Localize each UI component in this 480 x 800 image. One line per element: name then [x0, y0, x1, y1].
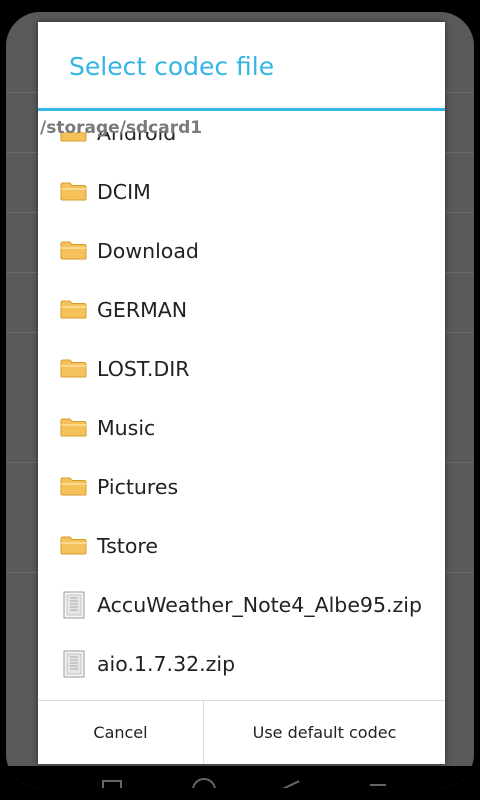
home-icon[interactable] [192, 778, 216, 788]
list-item-music[interactable]: Music [38, 398, 445, 457]
list-item-aio-zip[interactable]: aio.1.7.32.zip [38, 634, 445, 693]
item-label: Music [97, 415, 156, 440]
folder-icon [60, 300, 87, 318]
file-list[interactable]: Android DCIM Download GERMAN LOST.DIR Mu… [38, 132, 445, 700]
navigation-bar [6, 766, 474, 788]
list-item-lost-dir[interactable]: LOST.DIR [38, 339, 445, 398]
back-icon[interactable] [282, 780, 302, 788]
zip-file-icon [63, 591, 85, 618]
list-item-tstore[interactable]: Tstore [38, 516, 445, 575]
item-label: aio.1.7.32.zip [97, 651, 236, 676]
dialog-button-bar: Cancel Use default codec [38, 700, 445, 764]
cancel-button[interactable]: Cancel [38, 701, 204, 764]
folder-icon [60, 241, 87, 259]
list-item-download[interactable]: Download [38, 221, 445, 280]
item-label: Pictures [97, 474, 179, 499]
item-label: Tstore [97, 533, 158, 558]
select-codec-dialog: Select codec file /storage/sdcard1 Andro… [38, 22, 445, 764]
list-item-pictures[interactable]: Pictures [38, 457, 445, 516]
dialog-title: Select codec file [69, 52, 275, 81]
device-frame: Select codec file /storage/sdcard1 Andro… [0, 0, 480, 800]
list-item-german[interactable]: GERMAN [38, 280, 445, 339]
folder-icon [60, 477, 87, 495]
use-default-codec-button[interactable]: Use default codec [204, 701, 445, 764]
list-item-dcim[interactable]: DCIM [38, 162, 445, 221]
item-label: AccuWeather_Note4_Albe95.zip [97, 592, 422, 617]
folder-icon [60, 359, 87, 377]
item-label: Download [97, 238, 199, 263]
zip-file-icon [63, 650, 85, 677]
recent-apps-icon[interactable] [102, 780, 122, 788]
folder-icon [60, 536, 87, 554]
item-label: DCIM [97, 179, 151, 204]
folder-icon [60, 182, 87, 200]
item-label: GERMAN [97, 297, 188, 322]
current-path: /storage/sdcard1 [40, 118, 203, 138]
title-divider [38, 108, 445, 111]
item-label: LOST.DIR [97, 356, 190, 381]
list-item-accuweather-zip[interactable]: AccuWeather_Note4_Albe95.zip [38, 575, 445, 634]
menu-icon[interactable] [370, 780, 390, 788]
folder-icon [60, 418, 87, 436]
